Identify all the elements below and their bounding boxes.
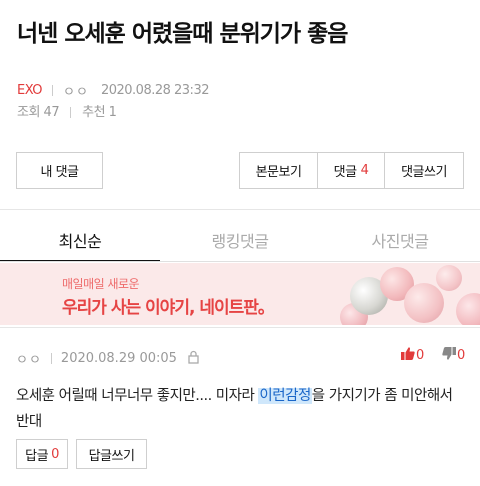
reply-button[interactable]: 답글 0	[16, 439, 68, 469]
post-recommends: 추천 1	[82, 105, 117, 120]
comment-sort-tabs: 최신순 랭킹댓글 사진댓글	[0, 218, 480, 262]
post-stats: 조회 47 추천 1	[17, 101, 117, 120]
downvote-count: 0	[457, 348, 466, 363]
write-reply-button[interactable]: 답글쓰기	[76, 439, 147, 469]
my-comments-label: 내 댓글	[40, 165, 79, 180]
pearl-decoration	[456, 293, 480, 325]
tab-ranking-label: 랭킹댓글	[211, 232, 269, 251]
section-divider	[0, 327, 480, 328]
post-datetime: 2020.08.28 23:32	[100, 83, 210, 98]
comment-datetime: 2020.08.29 00:05	[60, 351, 177, 366]
banner-big-text: 우리가 사는 이야기, 네이트판。	[62, 298, 275, 318]
section-divider	[0, 209, 480, 210]
meta-divider	[50, 353, 52, 364]
post-author: ㅇㅇ	[63, 85, 89, 100]
upvote-button[interactable]: 0	[400, 346, 424, 365]
post-views: 조회 47	[17, 105, 60, 120]
reply-count: 0	[51, 446, 59, 462]
comment-text-highlight[interactable]: 이런감정	[258, 388, 312, 404]
tab-latest-label: 최신순	[58, 232, 102, 251]
view-body-button[interactable]: 본문보기	[240, 153, 318, 188]
meta-divider	[52, 85, 54, 96]
comments-button[interactable]: 댓글 4	[318, 153, 385, 188]
comments-count: 4	[360, 163, 369, 178]
comment-author: ㅇㅇ	[16, 353, 42, 368]
tab-latest[interactable]: 최신순	[0, 218, 160, 262]
comment-text: 오세훈 어릴때 너무너무 좋지만.... 미자라 이런감정을 가지기가 좀 미안…	[16, 383, 466, 435]
write-comment-label: 댓글쓰기	[401, 165, 447, 180]
lock-icon	[187, 350, 200, 368]
upvote-count: 0	[416, 348, 425, 363]
promo-banner[interactable]: 매일매일 새로운 우리가 사는 이야기, 네이트판。	[0, 263, 480, 325]
comment-text-before: 오세훈 어릴때 너무너무 좋지만.... 미자라	[16, 388, 259, 404]
post-meta: EXO ㅇㅇ 2020.08.28 23:32	[17, 81, 209, 100]
post-title: 너넨 오세훈 어렸을때 분위기가 좋음	[17, 21, 348, 47]
pearl-decoration	[404, 283, 444, 323]
downvote-button[interactable]: 0	[441, 346, 465, 365]
thumbs-up-icon	[400, 346, 416, 365]
comments-label: 댓글	[333, 165, 357, 180]
write-comment-button[interactable]: 댓글쓰기	[385, 153, 463, 188]
write-reply-label: 답글쓰기	[88, 448, 135, 464]
pearl-decoration	[436, 265, 462, 291]
reply-label: 답글	[25, 448, 49, 464]
post-category[interactable]: EXO	[17, 83, 43, 98]
view-body-label: 본문보기	[255, 165, 302, 180]
tab-ranking[interactable]: 랭킹댓글	[160, 218, 320, 262]
thumbs-down-icon	[441, 346, 457, 365]
my-comments-button[interactable]: 내 댓글	[16, 152, 103, 189]
banner-small-text: 매일매일 새로운	[62, 277, 140, 291]
tab-photo-label: 사진댓글	[371, 232, 429, 251]
comment-action-group: 본문보기 댓글 4 댓글쓰기	[239, 152, 464, 189]
comment-meta: ㅇㅇ 2020.08.29 00:05	[16, 349, 200, 368]
tab-underline	[0, 261, 480, 262]
tab-photo[interactable]: 사진댓글	[320, 218, 480, 262]
